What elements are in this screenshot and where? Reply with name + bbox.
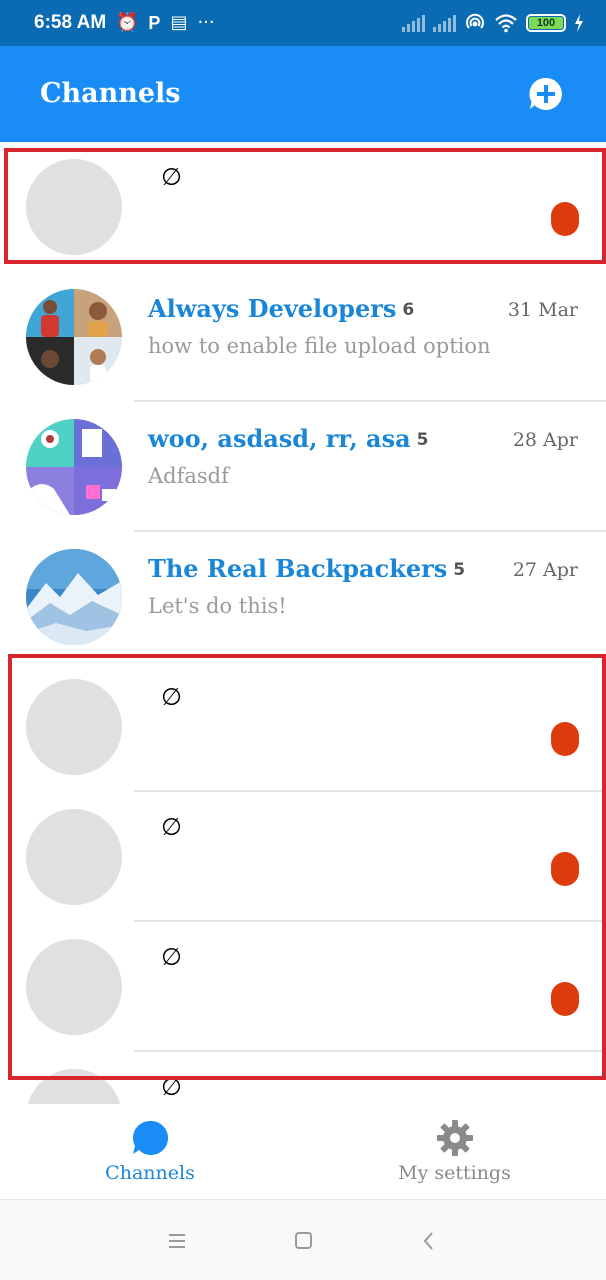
member-count: 5 (416, 430, 429, 450)
tab-channels[interactable]: Channels (90, 1104, 210, 1200)
channel-name: The Real Backpackers 5 (148, 554, 466, 583)
battery-icon: 100 (526, 14, 566, 32)
unread-badge (551, 982, 579, 1016)
back-icon[interactable] (414, 1226, 444, 1256)
avatar (26, 419, 122, 515)
channel-row-real-backpackers[interactable]: The Real Backpackers 5 27 Apr Let's do th… (0, 532, 606, 662)
parking-icon: P (148, 13, 161, 33)
last-message: Adfasdf (148, 464, 229, 488)
home-icon[interactable] (288, 1226, 318, 1256)
unread-badge (551, 202, 579, 236)
bottom-nav: Channels My settings (0, 1104, 606, 1200)
signal-icon-2 (433, 14, 456, 32)
channel-row-woo[interactable]: woo, asdasd, rr, asa 5 28 Apr Adfasdf (0, 402, 606, 532)
menu-icon[interactable] (162, 1226, 192, 1256)
status-left-icons: ⏰ P ▤ ··· (116, 12, 215, 34)
hotspot-icon (466, 13, 484, 29)
channel-name: woo, asdasd, rr, asa 5 (148, 424, 429, 453)
calendar-icon: ▤ (170, 12, 188, 33)
status-bar: 6:58 AM ⏰ P ▤ ··· 100 (0, 0, 606, 46)
tab-label: Channels (105, 1162, 195, 1184)
unread-badge (551, 852, 579, 886)
gear-icon (436, 1120, 473, 1156)
channel-date: 31 Mar (507, 299, 578, 321)
system-nav-bar (0, 1200, 606, 1280)
avatar-placeholder (26, 159, 122, 255)
signal-icon (402, 14, 425, 32)
avatar-placeholder (26, 939, 122, 1035)
status-time: 6:58 AM (34, 12, 107, 33)
avatar (26, 549, 122, 645)
charging-icon (575, 14, 583, 32)
channel-date: 27 Apr (512, 559, 578, 581)
empty-set-icon: ∅ (161, 683, 182, 711)
battery-level: 100 (529, 17, 563, 29)
channel-name: Always Developers 6 (148, 294, 415, 323)
channel-date: 28 Apr (512, 429, 578, 451)
channel-list[interactable]: ∅ Always Developers 6 31 Mar how to enab… (0, 142, 606, 1104)
last-message: Let's do this! (148, 594, 287, 618)
last-message: how to enable file upload option (148, 334, 491, 358)
member-count: 6 (402, 300, 415, 320)
wifi-icon (495, 14, 517, 33)
channel-row-placeholder[interactable]: ∅ (0, 792, 606, 922)
chat-bubble-icon (132, 1120, 169, 1155)
tab-my-settings[interactable]: My settings (382, 1104, 527, 1200)
more-icon: ··· (197, 12, 215, 33)
status-right-icons: 100 (402, 13, 584, 33)
empty-set-icon: ∅ (161, 163, 182, 191)
avatar-placeholder (26, 809, 122, 905)
empty-set-icon: ∅ (161, 943, 182, 971)
avatar-placeholder (26, 1069, 122, 1104)
avatar (26, 289, 122, 385)
unread-badge (551, 722, 579, 756)
tab-label: My settings (398, 1162, 511, 1184)
empty-set-icon: ∅ (161, 813, 182, 841)
avatar-placeholder (26, 679, 122, 775)
new-chat-plus-icon[interactable] (528, 76, 564, 112)
app-bar: Channels (0, 46, 606, 142)
channel-row-placeholder[interactable]: ∅ (0, 142, 606, 272)
channel-row-always-developers[interactable]: Always Developers 6 31 Mar how to enable … (0, 272, 606, 402)
channel-row-placeholder[interactable]: ∅ (0, 1052, 606, 1104)
alarm-icon: ⏰ (116, 12, 139, 33)
empty-set-icon: ∅ (161, 1073, 182, 1101)
channel-row-placeholder[interactable]: ∅ (0, 662, 606, 792)
page-title: Channels (40, 78, 181, 109)
member-count: 5 (453, 560, 466, 580)
channel-row-placeholder[interactable]: ∅ (0, 922, 606, 1052)
